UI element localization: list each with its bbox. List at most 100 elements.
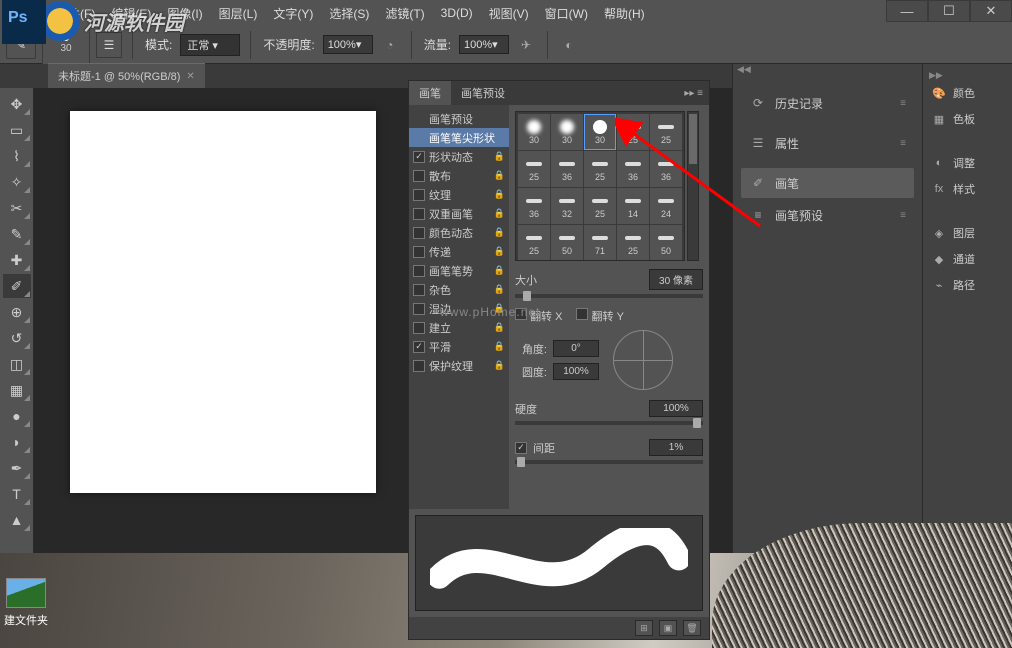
flyout-menu-icon[interactable]: ≡ <box>900 138 906 149</box>
brush-tool[interactable]: ✐ <box>3 274 31 298</box>
checkbox[interactable] <box>413 322 425 334</box>
checkbox[interactable] <box>413 360 425 372</box>
brush-option-item[interactable]: 建立🔒 <box>409 318 509 337</box>
brush-option-item[interactable]: 画笔笔势🔒 <box>409 261 509 280</box>
checkbox[interactable] <box>413 341 425 353</box>
toggle-brush-panel-icon[interactable]: ☰ <box>96 32 122 58</box>
document-canvas[interactable] <box>70 111 376 493</box>
brush-tip-cell[interactable]: 25 <box>584 151 616 187</box>
mode-select[interactable]: 正常 ▾ <box>180 34 240 56</box>
eraser-tool[interactable]: ◫ <box>3 352 31 376</box>
magic-wand-tool[interactable]: ✧ <box>3 170 31 194</box>
checkbox[interactable] <box>413 246 425 258</box>
menu-filter[interactable]: 滤镜(T) <box>377 5 432 22</box>
window-minimize[interactable]: — <box>886 0 928 22</box>
move-tool[interactable]: ✥ <box>3 92 31 116</box>
brush-tip-cell[interactable]: 32 <box>551 188 583 224</box>
collapse-right-icon[interactable]: ▶▶ <box>925 70 1010 80</box>
stamp-tool[interactable]: ⊕ <box>3 300 31 324</box>
brush-option-item[interactable]: 画笔预设 <box>409 109 509 128</box>
healing-tool[interactable]: ✚ <box>3 248 31 272</box>
brush-tip-cell[interactable]: 36 <box>551 151 583 187</box>
brush-option-item[interactable]: 保护纹理🔒 <box>409 356 509 375</box>
brush-tip-cell[interactable]: 36 <box>650 151 682 187</box>
brush-tip-cell[interactable]: 25 <box>617 114 649 150</box>
checkbox[interactable] <box>413 189 425 201</box>
roundness-input[interactable]: 100% <box>553 363 599 380</box>
panel-styles[interactable]: fx样式 <box>925 176 1010 202</box>
gradient-tool[interactable]: ▦ <box>3 378 31 402</box>
brush-option-item[interactable]: 湿边🔒 <box>409 299 509 318</box>
checkbox[interactable] <box>413 227 425 239</box>
path-select-tool[interactable]: ▲ <box>3 508 31 532</box>
checkbox[interactable] <box>413 208 425 220</box>
menu-image[interactable]: 图像(I) <box>159 5 210 22</box>
menu-window[interactable]: 窗口(W) <box>537 5 596 22</box>
blur-tool[interactable]: ● <box>3 404 31 428</box>
brush-tip-cell[interactable]: 30 <box>551 114 583 150</box>
checkbox[interactable] <box>413 303 425 315</box>
size-slider[interactable] <box>515 294 703 298</box>
brush-option-item[interactable]: 颜色动态🔒 <box>409 223 509 242</box>
brush-option-item[interactable]: 散布🔒 <box>409 166 509 185</box>
brush-grid-scrollbar[interactable] <box>687 111 699 261</box>
panel-properties[interactable]: ☰ 属性 ≡ <box>741 128 914 158</box>
angle-input[interactable]: 0° <box>553 340 599 357</box>
menu-select[interactable]: 选择(S) <box>321 5 377 22</box>
panel-adjustments[interactable]: ◐调整 <box>925 150 1010 176</box>
flow-input[interactable]: 100% ▾ <box>459 35 509 54</box>
size-input[interactable]: 30 像素 <box>649 269 703 290</box>
menu-file[interactable]: 文件(F) <box>48 5 103 22</box>
desktop-folder[interactable]: 建文件夹 <box>4 578 48 628</box>
flyout-menu-icon[interactable]: ≡ <box>900 210 906 221</box>
toggle-preview-icon[interactable]: ⊞ <box>635 620 653 636</box>
brush-option-item[interactable]: 杂色🔒 <box>409 280 509 299</box>
brush-tip-cell[interactable]: 50 <box>551 225 583 261</box>
checkbox[interactable] <box>413 265 425 277</box>
pressure-size-icon[interactable]: ◐ <box>558 35 580 55</box>
tab-brush-presets[interactable]: 画笔预设 <box>451 81 515 105</box>
brush-tip-cell[interactable]: 30 <box>584 114 616 150</box>
brush-tip-cell[interactable]: 36 <box>617 151 649 187</box>
new-brush-icon[interactable]: ▣ <box>659 620 677 636</box>
flip-y-checkbox[interactable]: 翻转 Y <box>576 308 623 324</box>
window-maximize[interactable]: ☐ <box>928 0 970 22</box>
checkbox[interactable] <box>413 151 425 163</box>
angle-wheel[interactable] <box>613 330 673 390</box>
brush-tip-cell[interactable]: 14 <box>617 188 649 224</box>
panel-swatches[interactable]: ▦色板 <box>925 106 1010 132</box>
history-brush-tool[interactable]: ↺ <box>3 326 31 350</box>
eyedropper-tool[interactable]: ✎ <box>3 222 31 246</box>
brush-tip-cell[interactable]: 71 <box>584 225 616 261</box>
brush-tip-cell[interactable]: 25 <box>617 225 649 261</box>
hardness-input[interactable]: 100% <box>649 400 703 417</box>
panel-paths[interactable]: ⌁路径 <box>925 272 1010 298</box>
menu-layer[interactable]: 图层(L) <box>211 5 266 22</box>
menu-3d[interactable]: 3D(D) <box>433 6 481 20</box>
brush-tip-cell[interactable]: 24 <box>650 188 682 224</box>
menu-help[interactable]: 帮助(H) <box>596 5 653 22</box>
marquee-tool[interactable]: ▭ <box>3 118 31 142</box>
spacing-checkbox[interactable]: ✓ <box>515 442 527 454</box>
brush-tip-cell[interactable]: 25 <box>650 114 682 150</box>
pressure-opacity-icon[interactable]: ◔ <box>379 35 401 55</box>
checkbox[interactable] <box>413 284 425 296</box>
crop-tool[interactable]: ✂ <box>3 196 31 220</box>
brush-preset-picker[interactable]: 30 <box>42 25 90 65</box>
airbrush-icon[interactable]: ✈ <box>515 35 537 55</box>
brush-tip-cell[interactable]: 25 <box>518 151 550 187</box>
collapse-left-icon[interactable]: ◀◀ <box>737 64 751 75</box>
type-tool[interactable]: T <box>3 482 31 506</box>
menu-type[interactable]: 文字(Y) <box>265 5 321 22</box>
panel-channels[interactable]: ◆通道 <box>925 246 1010 272</box>
panel-history[interactable]: ⟳ 历史记录 ≡ <box>741 88 914 118</box>
hardness-slider[interactable] <box>515 421 703 425</box>
spacing-slider[interactable] <box>515 460 703 464</box>
brush-tip-cell[interactable]: 50 <box>650 225 682 261</box>
checkbox[interactable] <box>413 170 425 182</box>
brush-option-item[interactable]: 双重画笔🔒 <box>409 204 509 223</box>
panel-color[interactable]: 🎨颜色 <box>925 80 1010 106</box>
trash-icon[interactable]: 🗑 <box>683 620 701 636</box>
brush-option-item[interactable]: 纹理🔒 <box>409 185 509 204</box>
brush-tip-cell[interactable]: 36 <box>518 188 550 224</box>
